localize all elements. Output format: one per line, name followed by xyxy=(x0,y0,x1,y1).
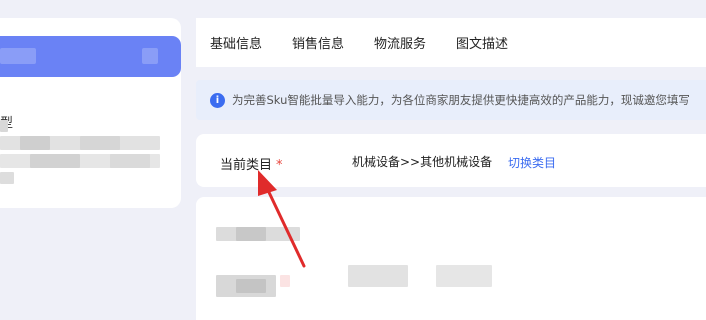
blurred-content xyxy=(348,265,408,287)
blurred-content xyxy=(236,279,266,293)
sidebar-item-active[interactable] xyxy=(0,36,181,77)
blurred-content xyxy=(30,154,80,168)
blurred-content xyxy=(0,172,14,184)
blurred-content xyxy=(80,136,120,150)
blurred-content xyxy=(0,48,36,64)
category-value: 机械设备>>其他机械设备 xyxy=(352,155,493,169)
blurred-content xyxy=(20,136,50,150)
tab-basic-info[interactable]: 基础信息 xyxy=(210,33,262,52)
category-label: 当前类目 * xyxy=(220,154,283,173)
tab-sales-info[interactable]: 销售信息 xyxy=(292,33,344,52)
form-card xyxy=(196,197,706,320)
blurred-content xyxy=(110,154,150,168)
blurred-content xyxy=(0,120,8,132)
tab-description[interactable]: 图文描述 xyxy=(456,33,508,52)
category-label-text: 当前类目 xyxy=(220,158,273,173)
info-banner: i 为完善Sku智能批量导入能力，为各位商家朋友提供更快捷高效的产品能力，现诚邀… xyxy=(196,80,706,120)
banner-text: 为完善Sku智能批量导入能力，为各位商家朋友提供更快捷高效的产品能力，现诚邀您填… xyxy=(232,93,690,107)
switch-category-link[interactable]: 切换类目 xyxy=(508,154,556,171)
tab-logistics[interactable]: 物流服务 xyxy=(374,33,426,52)
category-card: 当前类目 * 机械设备>>其他机械设备 切换类目 xyxy=(196,134,706,187)
tab-bar: 基础信息 销售信息 物流服务 图文描述 xyxy=(196,18,706,67)
info-icon: i xyxy=(210,92,225,108)
app-root: 型 基础信息 销售信息 物流服务 图文描述 i 为完善Sku智能批量导入能力，为… xyxy=(0,0,706,320)
blurred-content xyxy=(280,275,290,287)
blurred-content xyxy=(142,48,158,64)
blurred-content xyxy=(236,227,266,241)
required-mark: * xyxy=(276,158,283,173)
blurred-content xyxy=(436,265,492,287)
